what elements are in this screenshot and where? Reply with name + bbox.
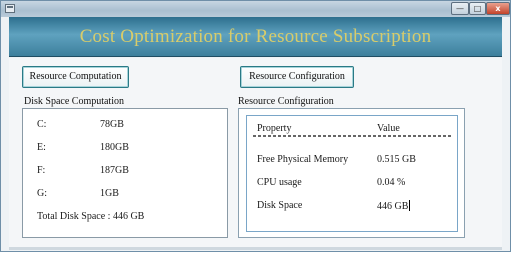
resource-configuration-panel: Property Value Free Physical Memory 0.51…	[238, 108, 465, 238]
property-cell: CPU usage	[257, 177, 302, 188]
drive-size: 180GB	[100, 142, 129, 153]
property-cell: Free Physical Memory	[257, 154, 349, 165]
bottom-divider	[9, 247, 502, 250]
drive-label: G:	[37, 188, 47, 199]
drive-size: 78GB	[100, 119, 124, 130]
title-bar[interactable]: — □ x	[1, 1, 510, 17]
value-text: 446 GB	[377, 201, 409, 212]
total-disk-space: Total Disk Space : 446 GB	[37, 211, 145, 222]
drive-label: F:	[37, 165, 46, 176]
text-cursor	[409, 200, 411, 211]
disk-section-label: Disk Space Computation	[24, 96, 124, 107]
drive-size: 1GB	[100, 188, 119, 199]
app-window-icon	[5, 4, 15, 13]
column-header-value: Value	[377, 123, 400, 134]
column-header-property: Property	[257, 123, 292, 134]
header-banner: Cost Optimization for Resource Subscript…	[9, 17, 502, 57]
minimize-button[interactable]: —	[451, 2, 469, 15]
value-cell: 0.515 GB	[377, 154, 416, 165]
resource-computation-button[interactable]: Resource Computation	[22, 66, 129, 88]
page-title: Cost Optimization for Resource Subscript…	[79, 26, 432, 47]
drive-label: E:	[37, 142, 46, 153]
disk-space-panel: C: 78GB E: 180GB F: 187GB G: 1GB Total D…	[22, 108, 228, 238]
resource-configuration-button[interactable]: Resource Configuration	[240, 66, 354, 88]
drive-size: 187GB	[100, 165, 129, 176]
close-button[interactable]: x	[486, 2, 510, 15]
value-cell: 0.04 %	[377, 177, 406, 188]
configuration-textarea[interactable]: Property Value Free Physical Memory 0.51…	[246, 115, 458, 232]
maximize-button[interactable]: □	[469, 2, 486, 15]
config-section-label: Resource Configuration	[238, 96, 334, 107]
property-cell: Disk Space	[257, 200, 303, 211]
value-cell: 446 GB	[377, 200, 411, 212]
drive-label: C:	[37, 119, 47, 130]
header-separator	[253, 135, 451, 137]
